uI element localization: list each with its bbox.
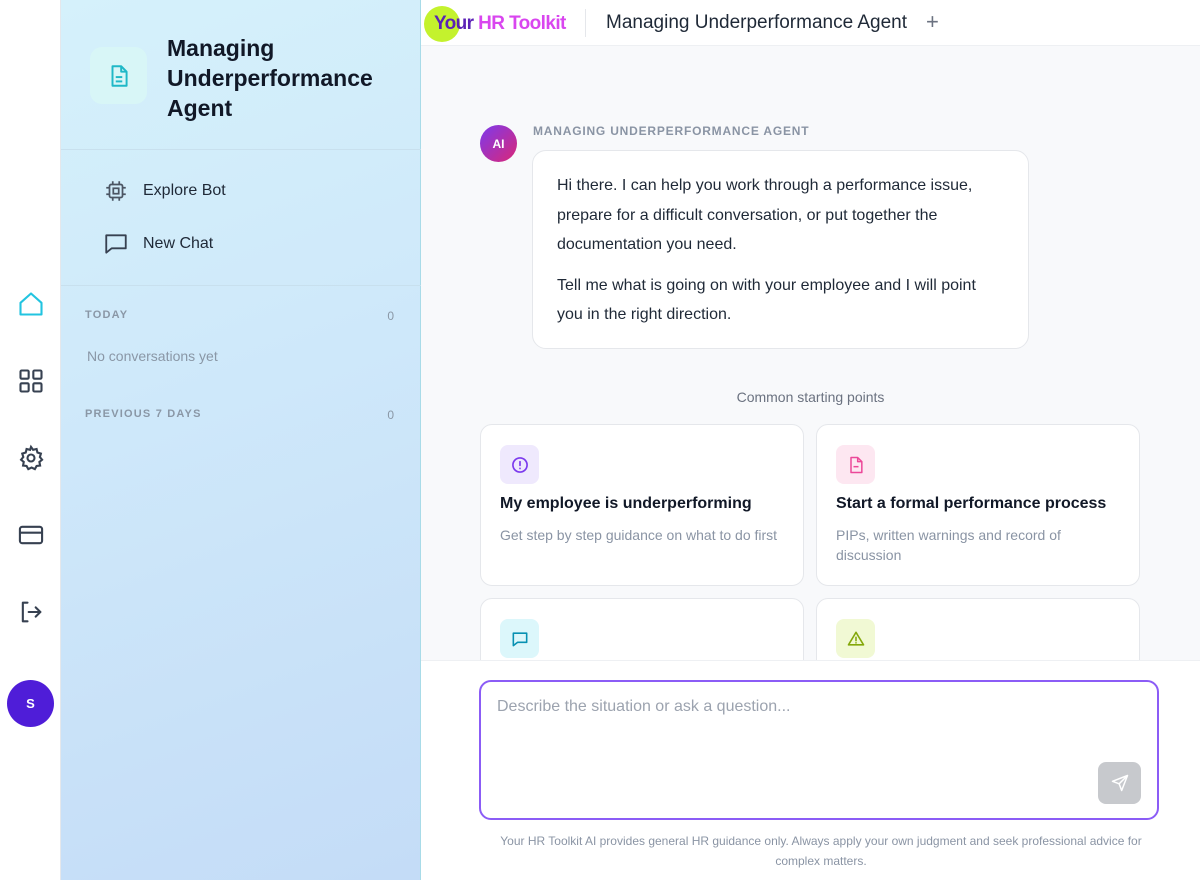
starter-card-conversation[interactable] (480, 598, 804, 660)
message-input[interactable] (497, 698, 1097, 798)
disclaimer: Your HR Toolkit AI provides general HR g… (500, 834, 1142, 868)
agent-label: MANAGING UNDERPERFORMANCE AGENT (533, 124, 810, 138)
credit-card-icon[interactable] (14, 518, 48, 552)
sidebar-divider (61, 285, 421, 286)
card-description: PIPs, written warnings and record of dis… (836, 527, 1061, 563)
chip-icon (106, 181, 126, 201)
send-button[interactable] (1098, 762, 1141, 804)
sidebar: Managing Underperformance Agent Explore … (61, 0, 421, 880)
message-bubble: Hi there. I can help you work through a … (532, 150, 1029, 349)
alert-circle-icon (500, 445, 539, 484)
message-icon (500, 619, 539, 658)
previous-7-days-count: 0 (387, 408, 394, 422)
gear-icon[interactable] (14, 441, 48, 475)
tab-title[interactable]: Managing Underperformance Agent (606, 12, 907, 34)
grid-icon[interactable] (14, 364, 48, 398)
new-chat-link[interactable]: New Chat (103, 229, 213, 259)
previous-7-days-label: PREVIOUS 7 DAYS (85, 408, 202, 420)
ai-avatar: AI (480, 125, 517, 162)
starter-card-formal-process[interactable]: Start a formal performance process PIPs,… (816, 424, 1140, 586)
message-paragraph: Tell me what is going on with your emplo… (557, 276, 976, 324)
today-label: TODAY (85, 309, 129, 321)
explore-bot-label: Explore Bot (143, 182, 226, 199)
logo-text: Your HR Toolkit (434, 13, 566, 34)
send-icon (1111, 774, 1128, 792)
card-description: Get step by step guidance on what to do … (500, 527, 778, 543)
brand-logo[interactable]: Your HR Toolkit (424, 6, 566, 42)
top-bar: Your HR Toolkit Managing Underperformanc… (421, 0, 1200, 46)
message-input-box (479, 680, 1159, 820)
top-separator (585, 9, 586, 37)
bot-title: Managing Underperformance Agent (167, 35, 373, 121)
new-chat-label: New Chat (143, 235, 214, 252)
logout-icon[interactable] (14, 595, 48, 629)
starter-card-underperforming[interactable]: My employee is underperforming Get step … (480, 424, 804, 586)
chat-bubble-icon (105, 234, 127, 254)
new-tab-button[interactable]: + (926, 9, 939, 35)
message-paragraph: Hi there. I can help you work through a … (557, 177, 973, 253)
today-count: 0 (387, 309, 394, 323)
icon-rail: S (0, 0, 61, 880)
starters-label: Common starting points (736, 389, 885, 405)
card-title: My employee is underperforming (500, 495, 752, 512)
explore-bot-link[interactable]: Explore Bot (103, 176, 226, 206)
bot-header: Managing Underperformance Agent (61, 0, 421, 150)
chat-area: AI MANAGING UNDERPERFORMANCE AGENT Hi th… (421, 46, 1200, 660)
card-title: Start a formal performance process (836, 495, 1107, 512)
document-icon (836, 445, 875, 484)
composer: Your HR Toolkit AI provides general HR g… (421, 660, 1200, 880)
warning-triangle-icon (836, 619, 875, 658)
starter-card-warning[interactable] (816, 598, 1140, 660)
home-icon[interactable] (14, 287, 48, 321)
document-icon (90, 47, 147, 104)
empty-conversations: No conversations yet (87, 348, 218, 364)
user-avatar[interactable]: S (7, 680, 54, 727)
